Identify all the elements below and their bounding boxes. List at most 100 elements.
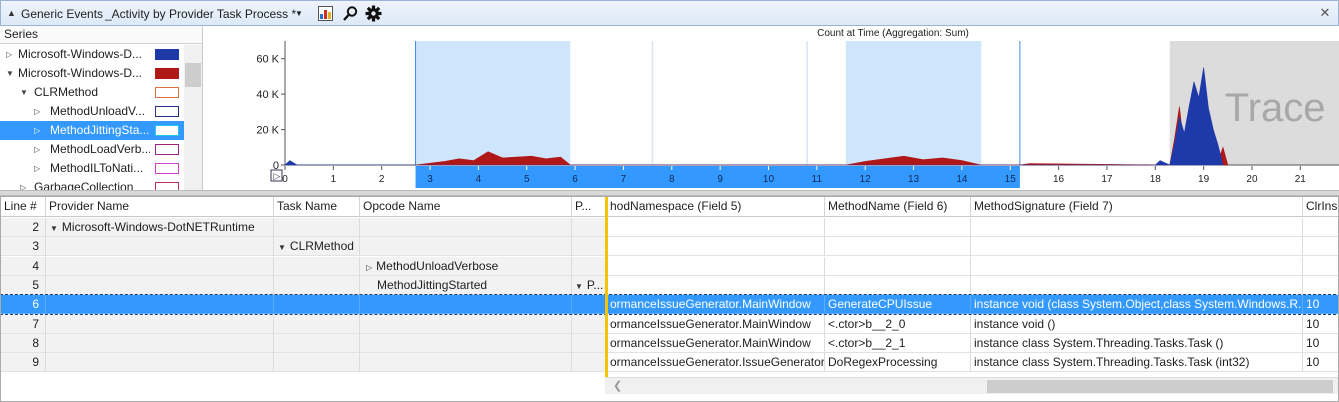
chart-icon[interactable] bbox=[317, 5, 334, 22]
series-color-swatch[interactable] bbox=[155, 106, 179, 117]
search-icon[interactable] bbox=[342, 5, 359, 22]
collapsed-triangle-icon[interactable]: ▷ bbox=[366, 263, 372, 272]
series-color-swatch[interactable] bbox=[155, 49, 179, 60]
scroll-left-icon[interactable]: ❮ bbox=[613, 379, 622, 392]
expanded-triangle-icon[interactable]: ▼ bbox=[20, 83, 28, 102]
axis-expand-icon[interactable]: ▷ bbox=[274, 171, 281, 181]
column-header[interactable]: ClrIns bbox=[1303, 197, 1338, 217]
expanded-triangle-icon[interactable]: ▼ bbox=[50, 224, 58, 233]
series-item-label: MethodUnloadV... bbox=[50, 104, 145, 118]
series-item[interactable]: ▷ MethodJittingSta... bbox=[0, 121, 184, 140]
series-scrollbar[interactable] bbox=[184, 45, 202, 190]
collapse-triangle-icon[interactable]: ▲ bbox=[7, 8, 16, 18]
table-cell-sig bbox=[971, 256, 1303, 276]
column-header[interactable]: Line # bbox=[1, 197, 46, 217]
highlight-range[interactable] bbox=[415, 41, 571, 165]
table-cell-task bbox=[274, 333, 360, 353]
table-cell-ns: ormanceIssueGenerator.MainWindow bbox=[607, 314, 825, 334]
frozen-column-divider[interactable] bbox=[605, 197, 608, 377]
table-cell-provider bbox=[46, 333, 274, 353]
collapsed-triangle-icon[interactable]: ▷ bbox=[20, 178, 26, 190]
x-tick-label: 17 bbox=[1101, 174, 1113, 185]
column-header[interactable]: P... bbox=[572, 197, 607, 217]
table-cell-sig bbox=[971, 218, 1303, 237]
table-row[interactable]: 6 ormanceIssueGenerator.MainWindow Generat… bbox=[1, 294, 1338, 316]
table-cell-p bbox=[572, 256, 607, 276]
series-item[interactable]: ▷ Microsoft-Windows-D... bbox=[0, 45, 184, 64]
table-row[interactable]: 3 ▼ CLRMethod bbox=[1, 237, 1338, 257]
expanded-triangle-icon[interactable]: ▼ bbox=[278, 243, 286, 252]
table-row[interactable]: 8 ormanceIssueGenerator.MainWindow <.ctor>… bbox=[1, 333, 1338, 353]
table-cell-opcode bbox=[360, 295, 572, 315]
table-cell-clr: 10 bbox=[1303, 315, 1338, 334]
table-cell-method bbox=[825, 218, 971, 237]
group-label: Generic Events bbox=[21, 7, 104, 21]
collapsed-triangle-icon[interactable]: ▷ bbox=[34, 121, 40, 140]
table-cell-sig: instance class System.Threading.Tasks.Ta… bbox=[971, 353, 1303, 373]
series-item[interactable]: ▷ MethodLoadVerb... bbox=[0, 140, 184, 159]
table-cell-task: ▼ CLRMethod bbox=[274, 237, 360, 257]
series-item[interactable]: ▼ CLRMethod bbox=[0, 83, 184, 102]
series-item[interactable]: ▷ GarbageCollection bbox=[0, 178, 184, 190]
cell-text: <.ctor>b__2_1 bbox=[828, 335, 906, 350]
collapsed-triangle-icon[interactable]: ▷ bbox=[34, 102, 40, 121]
column-header[interactable]: Opcode Name bbox=[360, 197, 572, 217]
column-header[interactable]: MethodName (Field 6) bbox=[825, 197, 971, 217]
close-icon[interactable]: ✕ bbox=[1316, 4, 1334, 22]
cell-text: instance class System.Threading.Tasks.Ta… bbox=[974, 355, 1250, 370]
column-header[interactable]: Task Name bbox=[274, 197, 360, 217]
collapsed-triangle-icon[interactable]: ▷ bbox=[34, 159, 40, 178]
table-cell-provider bbox=[46, 295, 274, 315]
table-cell-opcode: ▷ MethodUnloadVerbose bbox=[360, 256, 572, 276]
series-scroll-thumb[interactable] bbox=[185, 63, 201, 87]
series-color-swatch[interactable] bbox=[155, 163, 179, 174]
expanded-triangle-icon[interactable]: ▼ bbox=[6, 64, 14, 83]
series-color-swatch[interactable] bbox=[155, 68, 179, 79]
table-row[interactable]: 7 ormanceIssueGenerator.MainWindow <.ctor>… bbox=[1, 314, 1338, 334]
highlight-range[interactable] bbox=[845, 41, 982, 165]
expanded-triangle-icon[interactable]: ▼ bbox=[575, 282, 583, 291]
series-color-swatch[interactable] bbox=[155, 87, 179, 98]
table-cell-task bbox=[274, 295, 360, 315]
column-header[interactable]: MethodSignature (Field 7) bbox=[971, 197, 1303, 217]
table-cell-clr bbox=[1303, 276, 1338, 295]
series-color-swatch[interactable] bbox=[155, 125, 179, 136]
collapsed-triangle-icon[interactable]: ▷ bbox=[6, 45, 12, 64]
cell-text: 10 bbox=[1306, 297, 1320, 312]
series-item[interactable]: ▷ MethodUnloadV... bbox=[0, 102, 184, 121]
table-cell-task bbox=[274, 256, 360, 276]
series-item[interactable]: ▼ Microsoft-Windows-D... bbox=[0, 64, 184, 83]
table-row[interactable]: 5 MethodJittingStarted ▼ P... bbox=[1, 275, 1338, 295]
table-row[interactable]: 4 ▷ MethodUnloadVerbose bbox=[1, 256, 1338, 276]
series-color-swatch[interactable] bbox=[155, 182, 179, 190]
table-cell-method: <.ctor>b__2_1 bbox=[825, 333, 971, 353]
table-row[interactable]: 2 ▼ Microsoft-Windows-DotNETRuntime bbox=[1, 218, 1338, 237]
cell-text: CLRMethod bbox=[289, 239, 354, 254]
series-item[interactable]: ▷ MethodILToNati... bbox=[0, 159, 184, 178]
table-cell-line: 2 bbox=[1, 218, 46, 237]
x-tick-label: 8 bbox=[669, 174, 675, 185]
table-cell-p: ▼ P... bbox=[572, 275, 607, 295]
x-tick-label: 15 bbox=[1005, 174, 1017, 185]
x-tick-label: 14 bbox=[956, 174, 968, 185]
gear-icon[interactable] bbox=[365, 5, 382, 22]
table-horizontal-scrollbar[interactable]: ❮ bbox=[605, 377, 1338, 394]
table-row[interactable]: 9 ormanceIssueGenerator.IssueGenerator DoR… bbox=[1, 353, 1338, 373]
table-cell-ns: ormanceIssueGenerator.MainWindow bbox=[607, 333, 825, 353]
y-tick-label: 40 K bbox=[256, 89, 279, 101]
table-cell-provider bbox=[46, 314, 274, 334]
chevron-down-icon[interactable]: ▼ bbox=[295, 9, 303, 18]
table-cell-provider bbox=[46, 237, 274, 257]
column-header[interactable]: Provider Name bbox=[46, 197, 274, 217]
view-preset-selector[interactable]: _Activity by Provider Task Process * bbox=[105, 7, 296, 21]
cell-text: ormanceIssueGenerator.IssueGenerator bbox=[610, 355, 825, 370]
x-tick-label: 2 bbox=[379, 174, 385, 185]
table-cell-line: 9 bbox=[1, 353, 46, 373]
timeline-chart[interactable]: Trace 0 20 K 40 K 60 K Count at Time (Aggrega… bbox=[203, 26, 1339, 190]
collapsed-triangle-icon[interactable]: ▷ bbox=[34, 140, 40, 159]
table-scroll-thumb[interactable] bbox=[987, 380, 1333, 393]
x-tick-label: 12 bbox=[860, 174, 872, 185]
series-color-swatch[interactable] bbox=[155, 144, 179, 155]
column-header[interactable]: hodNamespace (Field 5) bbox=[607, 197, 825, 217]
table-cell-p bbox=[572, 218, 607, 237]
